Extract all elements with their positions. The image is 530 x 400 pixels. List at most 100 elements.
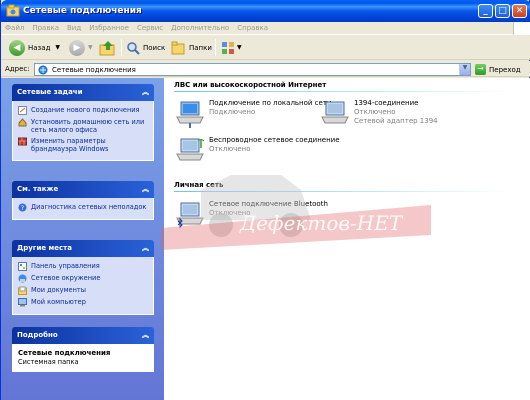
details-body: Сетевые подключения Системная папка — [12, 344, 154, 372]
details-title: Подробно — [17, 331, 58, 339]
task-home-network[interactable]: Установить домашнюю сеть или сеть малого… — [18, 118, 149, 134]
details-name: Сетевые подключения — [18, 349, 111, 357]
go-arrow-icon: → — [475, 64, 486, 75]
see-also-header[interactable]: См. также ︽ — [12, 181, 154, 198]
folders-label: Папки — [189, 43, 212, 52]
address-field[interactable]: Сетевые подключения ▼ — [34, 63, 471, 76]
views-dropdown-icon: ▼ — [237, 44, 242, 51]
other-places-header[interactable]: Другие места ︽ — [12, 240, 154, 257]
network-tasks-title: Сетевые задачи — [17, 88, 83, 96]
collapse-chevron-icon[interactable]: ︽ — [142, 84, 149, 101]
task-pane: Сетевые задачи ︽ Создание нового подключ… — [1, 78, 164, 400]
firewall-icon — [18, 137, 27, 146]
place-my-documents[interactable]: Мои документы — [18, 286, 149, 295]
other-places-title: Другие места — [17, 244, 72, 252]
details-type: Системная папка — [18, 358, 79, 366]
menu-advanced[interactable]: Дополнительно — [167, 22, 233, 35]
forward-dropdown-icon[interactable]: ▼ — [88, 44, 93, 51]
home-network-icon — [18, 118, 27, 127]
go-label: Переход — [489, 65, 521, 74]
connection-status: Отключено — [354, 108, 396, 116]
see-also-diagnostics[interactable]: ? Диагностика сетевых неполадок — [18, 203, 149, 212]
group-divider — [174, 191, 514, 192]
place-label: Мои документы — [31, 286, 86, 294]
maximize-button[interactable]: □ — [495, 4, 510, 18]
collapse-chevron-icon[interactable]: ︽ — [142, 240, 149, 257]
content-area: ЛВС или высокоскоростной Интернет Подклю… — [164, 78, 530, 400]
address-value: Сетевые подключения — [52, 65, 136, 74]
group-header-pan: Личная сеть — [174, 181, 224, 189]
group-divider — [174, 91, 514, 92]
network-connections-icon — [38, 65, 48, 74]
network-tasks-header[interactable]: Сетевые задачи ︽ — [12, 84, 154, 101]
address-dropdown-icon[interactable]: ▼ — [459, 64, 470, 75]
forward-button[interactable]: ▶ ▼ — [69, 38, 93, 57]
title-bar[interactable]: Сетевые подключения _ □ ✕ — [1, 0, 530, 22]
task-label: Установить домашнюю сеть или сеть малого… — [31, 118, 145, 134]
windows-logo-icon — [513, 22, 530, 35]
collapse-chevron-icon[interactable]: ︽ — [142, 327, 149, 344]
menu-tools[interactable]: Сервис — [133, 22, 167, 35]
network-tasks-body: Создание нового подключения Установить д… — [12, 101, 154, 161]
place-label: Сетевое окружение — [31, 274, 101, 282]
menu-view[interactable]: Вид — [63, 22, 85, 35]
folders-button[interactable]: Папки — [171, 38, 212, 57]
group-header-lan: ЛВС или высокоскоростной Интернет — [174, 81, 327, 89]
details-header[interactable]: Подробно ︽ — [12, 327, 154, 344]
lan-connection-icon — [176, 101, 204, 128]
up-folder-icon — [99, 40, 115, 55]
collapse-chevron-icon[interactable]: ︽ — [142, 181, 149, 198]
control-panel-icon — [18, 262, 27, 271]
views-button[interactable]: ▼ — [221, 38, 242, 57]
wireless-connection-icon — [176, 138, 205, 161]
go-button[interactable]: → Переход — [475, 63, 521, 76]
connection-item[interactable]: Беспроводное сетевое соединение Отключен… — [174, 136, 340, 166]
window: Сетевые подключения _ □ ✕ Файл Правка Вид И… — [0, 0, 530, 400]
forward-arrow-icon: ▶ — [69, 39, 85, 56]
close-button[interactable]: ✕ — [512, 4, 527, 18]
connection-name: Подключение по локальной сети — [209, 99, 332, 107]
firewire-connection-icon — [321, 101, 349, 124]
svg-text:?: ? — [21, 205, 24, 212]
back-label: Назад — [28, 43, 51, 52]
network-tasks-panel: Сетевые задачи ︽ Создание нового подключ… — [12, 84, 154, 161]
connection-status: Отключено — [209, 209, 251, 217]
see-also-label: Диагностика сетевых неполадок — [31, 203, 147, 211]
new-connection-icon — [18, 106, 27, 115]
place-my-computer[interactable]: Мой компьютер — [18, 298, 149, 307]
back-arrow-icon: ◀ — [9, 39, 25, 56]
minimize-button[interactable]: _ — [478, 4, 493, 18]
network-folder-icon — [6, 4, 20, 17]
views-icon — [222, 41, 234, 54]
task-label: Создание нового подключения — [31, 106, 140, 114]
menu-favorites[interactable]: Избранное — [85, 22, 133, 35]
search-button[interactable]: Поиск — [126, 38, 165, 57]
back-dropdown-icon[interactable]: ▼ — [55, 44, 60, 51]
address-bar: Адрес: Сетевые подключения ▼ → Переход — [1, 61, 530, 77]
connection-name: 1394-соединение — [354, 99, 419, 107]
my-documents-icon — [18, 286, 27, 295]
menu-help[interactable]: Справка — [233, 22, 272, 35]
menu-edit[interactable]: Правка — [28, 22, 63, 35]
connection-item[interactable]: Сетевое подключение Bluetooth Отключено — [174, 200, 328, 230]
back-button[interactable]: ◀ Назад ▼ — [9, 38, 60, 57]
my-computer-icon — [18, 298, 27, 307]
connection-status: Подключено — [209, 108, 256, 116]
window-title: Сетевые подключения — [23, 6, 142, 16]
connection-item[interactable]: 1394-соединение Отключено Сетевой адапте… — [319, 99, 438, 129]
connection-name: Беспроводное сетевое соединение — [209, 136, 340, 144]
task-firewall-settings[interactable]: Изменить параметры брандмауэра Windows — [18, 137, 149, 153]
connection-item[interactable]: Подключение по локальной сети Подключено — [174, 99, 331, 129]
see-also-body: ? Диагностика сетевых неполадок — [12, 198, 154, 220]
see-also-panel: См. также ︽ ? Диагностика сетевых непола… — [12, 181, 154, 220]
place-control-panel[interactable]: Панель управления — [18, 262, 149, 271]
bluetooth-connection-icon — [176, 202, 204, 229]
toolbar-separator — [215, 39, 216, 56]
place-network-neighborhood[interactable]: Сетевое окружение — [18, 274, 149, 283]
help-icon: ? — [18, 203, 27, 212]
up-folder-button[interactable] — [99, 38, 117, 57]
menu-file[interactable]: Файл — [1, 22, 28, 35]
task-new-connection[interactable]: Создание нового подключения — [18, 106, 149, 115]
place-label: Мой компьютер — [31, 298, 86, 306]
other-places-panel: Другие места ︽ Панель управления Сетевое… — [12, 240, 154, 315]
